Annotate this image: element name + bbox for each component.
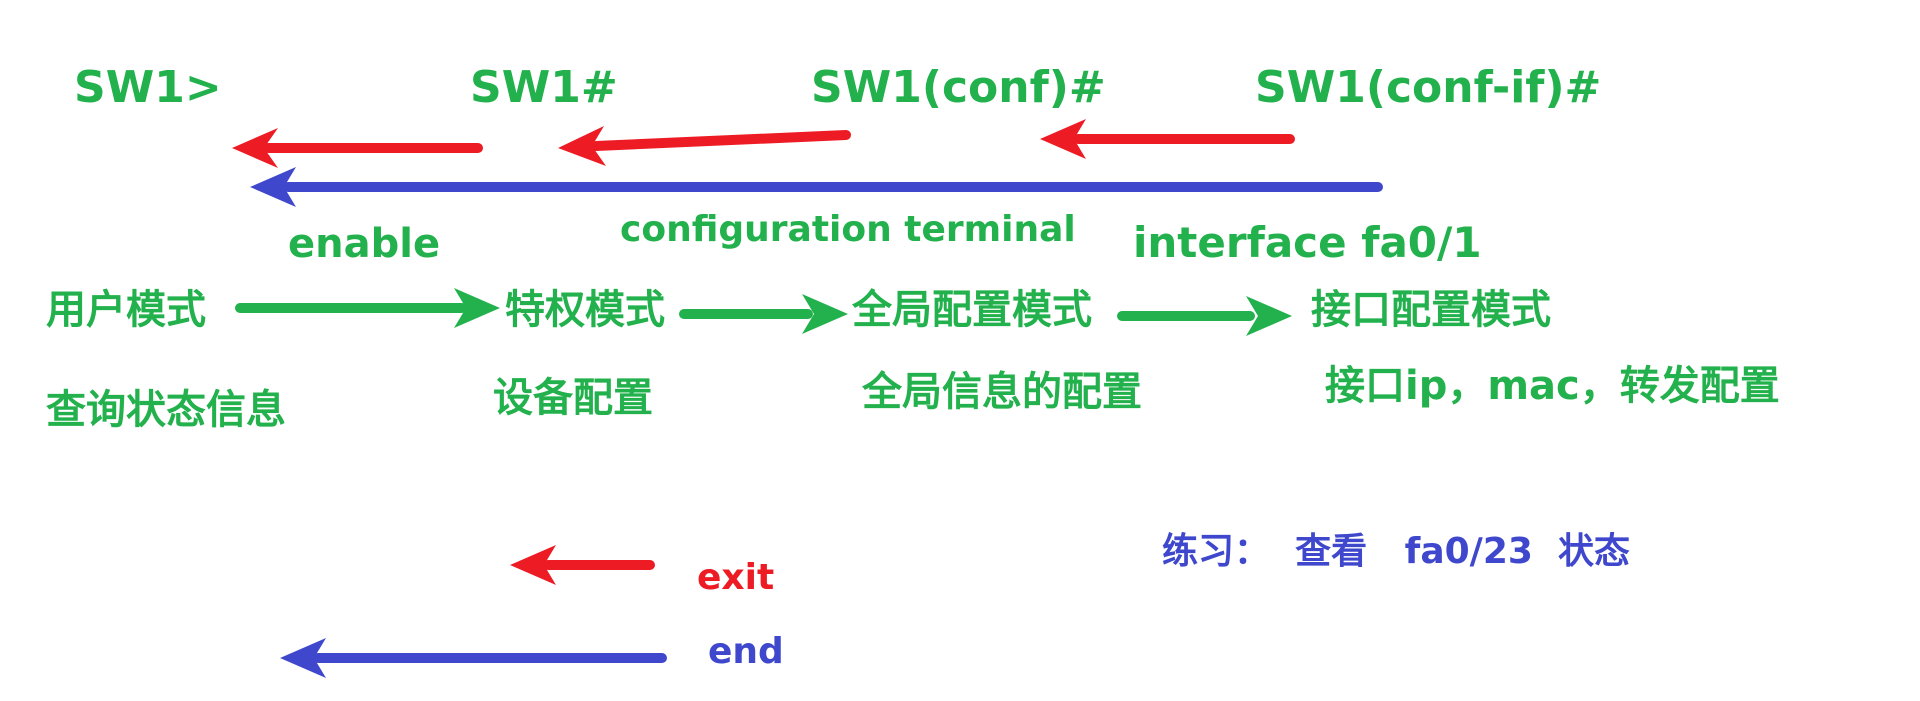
- green-arrow-user-to-priv: [235, 288, 500, 328]
- red-arrow-priv-to-user: [232, 128, 483, 168]
- blue-arrow-if-to-user: [250, 167, 1383, 207]
- red-arrow-if-to-global: [1040, 119, 1295, 159]
- blue-arrow-end: [280, 638, 667, 678]
- green-arrow-priv-to-global: [679, 294, 848, 334]
- arrows-layer: [232, 119, 1383, 678]
- green-arrow-global-to-if: [1117, 296, 1292, 336]
- red-arrow-global-to-priv: [558, 126, 851, 166]
- red-arrow-exit: [510, 545, 655, 585]
